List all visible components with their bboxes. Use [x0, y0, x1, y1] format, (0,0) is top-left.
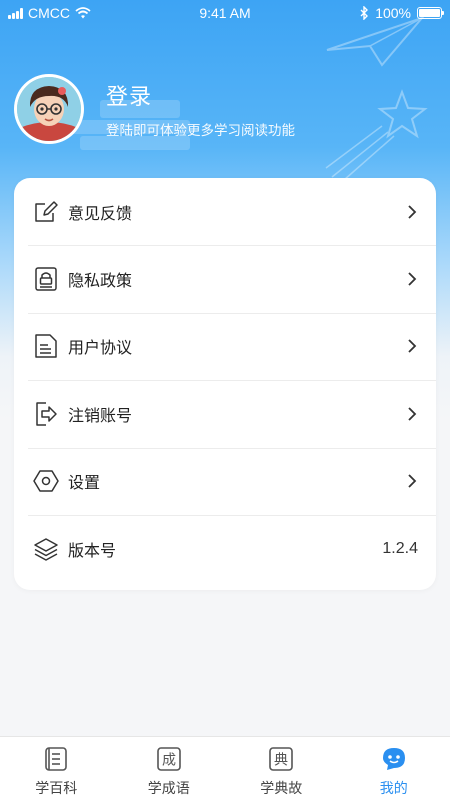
document-icon: [33, 333, 59, 359]
menu-item-version: 版本号 1.2.4: [14, 514, 436, 582]
avatar[interactable]: [14, 74, 84, 144]
layers-icon: [33, 536, 59, 562]
login-subtitle: 登陆即可体验更多学习阅读功能: [106, 123, 295, 138]
battery-percent: 100%: [375, 5, 411, 21]
chevron-right-icon: [408, 205, 417, 219]
login-title[interactable]: 登录: [106, 79, 295, 111]
menu-item-delete-account[interactable]: 注销账号: [14, 380, 436, 447]
tab-encyclopedia[interactable]: 学百科: [0, 737, 113, 800]
chevron-right-icon: [408, 272, 417, 286]
profile-header[interactable]: 登录 登陆即可体验更多学习阅读功能: [14, 74, 295, 144]
privacy-icon: [33, 266, 59, 292]
edit-icon: [33, 199, 59, 225]
battery-icon: [417, 7, 444, 19]
menu-item-label: 意见反馈: [68, 205, 133, 223]
allusion-glyph: 典: [274, 753, 288, 769]
chevron-right-icon: [408, 474, 417, 488]
logout-icon: [33, 401, 59, 427]
tab-mine[interactable]: 我的: [338, 737, 450, 800]
shooting-star-decoration: [325, 89, 428, 181]
encyclopedia-icon: [45, 747, 68, 771]
menu-item-feedback[interactable]: 意见反馈: [14, 178, 436, 245]
version-number: 1.2.4: [382, 539, 418, 557]
menu-item-label: 用户协议: [68, 340, 133, 358]
idiom-icon: 成: [156, 747, 181, 771]
bluetooth-icon: [360, 6, 369, 20]
menu-item-label: 设置: [68, 475, 101, 493]
menu-item-settings[interactable]: 设置: [14, 447, 436, 515]
tab-label: 学成语: [147, 780, 190, 796]
tab-label: 我的: [379, 780, 408, 796]
profile-face-icon: [382, 748, 405, 770]
bottom-tab-bar: 学百科 成 学成语 典 学典故 我的: [0, 736, 450, 800]
tab-idioms[interactable]: 成 学成语: [113, 737, 226, 800]
status-bar: CMCC 9:41 AM 100%: [0, 0, 450, 26]
chevron-right-icon: [408, 407, 417, 421]
menu-item-label: 注销账号: [68, 407, 133, 425]
menu-item-label: 隐私政策: [68, 273, 133, 291]
tab-label: 学典故: [260, 780, 303, 796]
menu-item-privacy-policy[interactable]: 隐私政策: [14, 245, 436, 312]
allusion-icon: 典: [269, 747, 294, 771]
child-avatar-icon: [17, 77, 81, 141]
tab-allusions[interactable]: 典 学典故: [225, 737, 338, 800]
menu-item-user-agreement[interactable]: 用户协议: [14, 312, 436, 380]
idiom-glyph: 成: [162, 753, 176, 769]
tab-label: 学百科: [35, 780, 78, 796]
chevron-right-icon: [408, 339, 417, 354]
settings-menu-card: 意见反馈 隐私政策 用户协议 注销账号 设置 版本号 1.2.4: [14, 178, 436, 590]
menu-item-label: 版本号: [68, 542, 117, 560]
settings-hexagon-icon: [33, 468, 59, 494]
